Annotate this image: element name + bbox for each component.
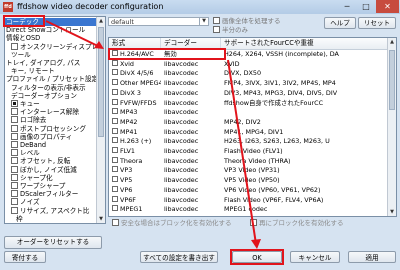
annotation-arrows bbox=[45, 20, 261, 249]
annotation-arrow-line bbox=[227, 59, 257, 245]
annotation-arrow-line bbox=[45, 20, 101, 48]
app-window: ffd ffdshow video decoder configuration … bbox=[0, 0, 400, 270]
annotation-arrowhead bbox=[251, 239, 261, 249]
